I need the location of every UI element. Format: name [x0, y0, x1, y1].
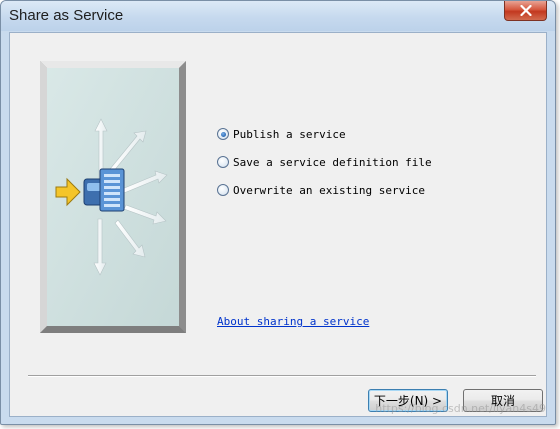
option-overwrite-service[interactable]: Overwrite an existing service	[217, 183, 432, 197]
divider	[28, 375, 536, 377]
share-as-service-dialog: Share as Service Publish a service Save …	[0, 0, 556, 425]
next-button[interactable]: 下一步(N) >	[368, 389, 448, 412]
cancel-button[interactable]: 取消	[463, 389, 543, 412]
close-x-icon	[519, 5, 532, 16]
title-bar[interactable]: Share as Service	[1, 1, 555, 31]
radio-selected-dot	[220, 131, 226, 137]
option-save-definition[interactable]: Save a service definition file	[217, 155, 432, 169]
publish-service-icon	[40, 61, 186, 333]
option-label[interactable]: Overwrite an existing service	[233, 184, 425, 197]
about-sharing-link[interactable]: About sharing a service	[217, 315, 369, 328]
publish-options: Publish a service Save a service definit…	[217, 127, 432, 211]
close-button[interactable]	[504, 1, 547, 21]
dialog-content: Publish a service Save a service definit…	[9, 32, 547, 417]
window-title: Share as Service	[9, 7, 124, 24]
option-label[interactable]: Save a service definition file	[233, 156, 432, 169]
radio-button[interactable]	[217, 184, 229, 196]
radio-button[interactable]	[217, 156, 229, 168]
option-label[interactable]: Publish a service	[233, 128, 346, 141]
radio-button[interactable]	[217, 128, 229, 140]
option-publish-service[interactable]: Publish a service	[217, 127, 432, 141]
